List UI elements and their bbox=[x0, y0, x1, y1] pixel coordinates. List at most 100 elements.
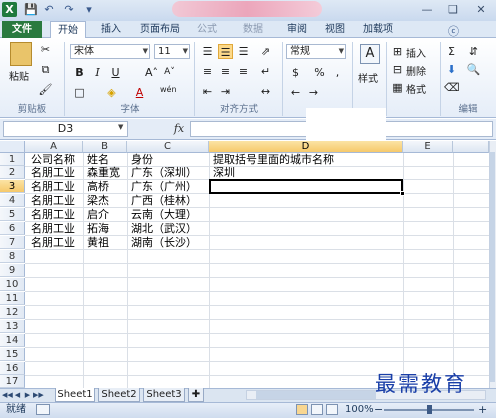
clear-icon[interactable]: ⌫ bbox=[444, 80, 460, 95]
row-header-2[interactable]: 2 bbox=[0, 166, 25, 179]
copy-icon[interactable]: ⧉ bbox=[38, 62, 53, 77]
delete-button[interactable]: 删除 bbox=[406, 63, 426, 78]
chevron-down-icon[interactable]: ▼ bbox=[339, 45, 344, 58]
column-header-b[interactable]: B bbox=[83, 141, 127, 153]
tab-page-layout[interactable]: 页面布局 bbox=[136, 21, 184, 38]
row-header-13[interactable]: 13 bbox=[0, 320, 25, 333]
cell-d2[interactable]: 深圳 bbox=[211, 166, 235, 179]
row-header-15[interactable]: 15 bbox=[0, 348, 25, 361]
increase-decimal-icon[interactable]: ← bbox=[288, 85, 303, 100]
autosum-button[interactable]: Σ bbox=[444, 44, 459, 59]
horizontal-scroll-thumb[interactable] bbox=[256, 391, 376, 399]
insert-function-button[interactable]: fx bbox=[170, 121, 188, 137]
cell-b1[interactable]: 姓名 bbox=[85, 153, 109, 166]
format-painter-icon[interactable]: 🖌 bbox=[38, 82, 53, 97]
bold-button[interactable]: B bbox=[72, 65, 87, 80]
row-header-9[interactable]: 9 bbox=[0, 264, 25, 277]
wrap-text-icon[interactable]: ↵ bbox=[258, 64, 273, 79]
zoom-out-icon[interactable]: − bbox=[374, 403, 383, 417]
save-icon[interactable]: 💾 bbox=[24, 3, 38, 17]
grow-font-button[interactable]: A˄ bbox=[144, 65, 159, 80]
cell-c2[interactable]: 广东（深圳） bbox=[129, 166, 197, 179]
customize-qat-icon[interactable]: ▾ bbox=[82, 3, 96, 17]
help-icon[interactable]: ⓒ bbox=[448, 23, 459, 39]
cell-c1[interactable]: 身份 bbox=[129, 153, 153, 166]
selected-cell-d3[interactable] bbox=[209, 179, 403, 194]
align-left-icon[interactable]: ≡ bbox=[200, 64, 215, 79]
tab-home[interactable]: 开始 bbox=[50, 21, 86, 39]
cell-c6[interactable]: 湖北（武汉） bbox=[129, 222, 197, 235]
cell-b6[interactable]: 拓海 bbox=[85, 222, 109, 235]
format-cells-icon[interactable]: ▦ bbox=[390, 80, 405, 95]
align-top-icon[interactable]: ☰ bbox=[200, 44, 215, 59]
page-break-view-icon[interactable] bbox=[326, 404, 338, 415]
row-header-1[interactable]: 1 bbox=[0, 153, 25, 166]
row-header-14[interactable]: 14 bbox=[0, 334, 25, 347]
cell-a7[interactable]: 名朋工业 bbox=[29, 236, 75, 249]
tab-addins[interactable]: 加载项 bbox=[356, 21, 400, 38]
cell-b2[interactable]: 森重宽 bbox=[85, 166, 120, 179]
zoom-slider-knob[interactable] bbox=[427, 405, 432, 414]
sheet-tab-sheet3[interactable]: Sheet3 bbox=[143, 388, 185, 402]
cell-c7[interactable]: 湖南（长沙） bbox=[129, 236, 197, 249]
row-header-16[interactable]: 16 bbox=[0, 362, 25, 375]
tab-formulas[interactable]: 公式 bbox=[190, 21, 224, 38]
column-header-c[interactable]: C bbox=[127, 141, 209, 153]
next-sheet-icon[interactable]: ▶ bbox=[23, 389, 32, 401]
row-header-7[interactable]: 7 bbox=[0, 236, 25, 249]
row-header-17[interactable]: 17 bbox=[0, 375, 25, 388]
chevron-down-icon[interactable]: ▼ bbox=[183, 45, 188, 58]
cell-b4[interactable]: 梁杰 bbox=[85, 194, 109, 207]
sort-filter-icon[interactable]: ⇵ bbox=[466, 44, 481, 59]
column-header-f[interactable] bbox=[453, 141, 489, 153]
insert-cells-icon[interactable]: ⊞ bbox=[390, 44, 405, 59]
restore-icon[interactable]: ❑ bbox=[444, 2, 462, 17]
column-header-e[interactable]: E bbox=[403, 141, 453, 153]
fill-color-icon[interactable]: ◈ bbox=[104, 85, 119, 100]
undo-icon[interactable]: ↶ bbox=[42, 3, 56, 17]
prev-sheet-icon[interactable]: ◀ bbox=[13, 389, 22, 401]
cell-a4[interactable]: 名朋工业 bbox=[29, 194, 75, 207]
cut-icon[interactable]: ✂ bbox=[38, 42, 53, 57]
currency-button[interactable]: $ bbox=[288, 65, 303, 80]
phonetic-button[interactable]: wén bbox=[160, 85, 177, 94]
paste-button[interactable]: 粘贴 bbox=[9, 68, 29, 83]
row-header-11[interactable]: 11 bbox=[0, 292, 25, 305]
page-layout-view-icon[interactable] bbox=[311, 404, 323, 415]
cell-c4[interactable]: 广西（桂林） bbox=[129, 194, 197, 207]
decrease-indent-icon[interactable]: ⇤ bbox=[200, 84, 215, 99]
merge-center-icon[interactable]: ↔ bbox=[258, 84, 273, 99]
fill-icon[interactable]: ⬇ bbox=[444, 62, 459, 77]
insert-sheet-icon[interactable]: ✚ bbox=[188, 388, 204, 402]
sheet-tab-sheet1[interactable]: Sheet1 bbox=[55, 388, 95, 402]
format-button[interactable]: 格式 bbox=[406, 81, 426, 96]
row-header-3[interactable]: 3 bbox=[0, 180, 25, 193]
cell-c3[interactable]: 广东（广州） bbox=[129, 180, 197, 193]
cell-c5[interactable]: 云南（大理） bbox=[129, 208, 197, 221]
align-center-icon[interactable]: ≡ bbox=[218, 64, 233, 79]
redo-icon[interactable]: ↷ bbox=[62, 3, 76, 17]
column-header-a[interactable]: A bbox=[25, 141, 83, 153]
tab-view[interactable]: 视图 bbox=[318, 21, 352, 38]
row-header-6[interactable]: 6 bbox=[0, 222, 25, 235]
align-middle-icon[interactable]: ☰ bbox=[218, 44, 233, 59]
vertical-scroll-thumb[interactable] bbox=[490, 152, 495, 382]
cell-a3[interactable]: 名朋工业 bbox=[29, 180, 75, 193]
macro-record-icon[interactable] bbox=[36, 404, 50, 415]
minimize-icon[interactable]: — bbox=[418, 2, 436, 17]
orientation-icon[interactable]: ⇗ bbox=[258, 44, 273, 59]
styles-icon[interactable]: A bbox=[360, 44, 380, 64]
name-box[interactable]: D3 bbox=[3, 121, 128, 137]
paste-icon[interactable] bbox=[10, 42, 32, 66]
chevron-down-icon[interactable]: ▼ bbox=[118, 123, 123, 131]
cell-b7[interactable]: 黄祖 bbox=[85, 236, 109, 249]
number-format-combo[interactable]: 常规 ▼ bbox=[286, 44, 346, 59]
font-name-combo[interactable]: 宋体 ▼ bbox=[70, 44, 150, 59]
align-bottom-icon[interactable]: ☰ bbox=[236, 44, 251, 59]
column-header-d[interactable]: D bbox=[209, 141, 403, 153]
sheet-tab-sheet2[interactable]: Sheet2 bbox=[98, 388, 140, 402]
underline-button[interactable]: U bbox=[108, 65, 123, 80]
align-right-icon[interactable]: ≡ bbox=[236, 64, 251, 79]
tab-insert[interactable]: 插入 bbox=[94, 21, 128, 38]
cell-a1[interactable]: 公司名称 bbox=[29, 153, 75, 166]
